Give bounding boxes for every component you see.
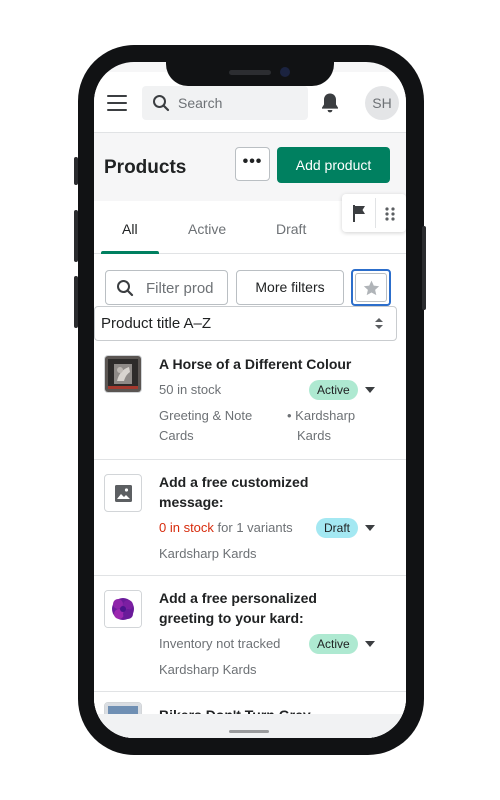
photo-thumbnail-icon — [105, 356, 141, 392]
more-dots-icon: ••• — [242, 153, 263, 170]
product-list: A Horse of a Different Colour 50 in stoc… — [94, 344, 406, 738]
product-vendor: • Kardsharp Kards — [287, 406, 355, 446]
product-title-line: greeting to your kard: — [159, 610, 304, 626]
out-of-stock-text: 0 in stock — [159, 520, 214, 535]
flag-icon[interactable] — [350, 203, 370, 223]
saved-search-button[interactable] — [351, 269, 391, 306]
page-header: Products ••• Add product — [94, 133, 406, 201]
side-button-power — [422, 226, 426, 310]
notch — [166, 45, 334, 86]
product-type: Greeting & Note Cards — [159, 406, 252, 446]
front-camera — [280, 67, 290, 77]
search-icon — [117, 280, 134, 297]
vendor-line: Kards — [297, 428, 331, 443]
search-icon — [153, 95, 170, 112]
avatar[interactable]: SH — [365, 86, 399, 120]
more-filters-button[interactable]: More filters — [236, 270, 344, 305]
bullet-separator: • — [287, 408, 296, 423]
tab-active[interactable]: Active — [188, 221, 226, 237]
divider — [375, 198, 376, 228]
select-caret-icon — [375, 318, 383, 329]
phone-screen: Search SH Products ••• Add product All A… — [94, 62, 406, 738]
status-badge[interactable]: Active — [309, 380, 358, 400]
product-vendor: Kardsharp Kards — [159, 546, 257, 561]
product-stock: 50 in stock — [159, 382, 222, 397]
status-caret-icon[interactable] — [365, 641, 375, 647]
page-title: Products — [104, 157, 187, 178]
tab-draft[interactable]: Draft — [276, 221, 306, 237]
product-stock: Inventory not tracked — [159, 636, 281, 651]
search-placeholder: Search — [178, 95, 223, 111]
product-title-line: message: — [159, 494, 224, 510]
speaker — [229, 70, 271, 75]
add-product-button[interactable]: Add product — [277, 147, 390, 183]
status-caret-icon[interactable] — [365, 387, 375, 393]
product-title-line: Add a free customized — [159, 474, 309, 490]
filters-bar: Filter prod More filters Product title A… — [94, 254, 406, 344]
saved-search-inner — [355, 273, 387, 302]
side-button-volume-down — [74, 276, 78, 328]
product-vendor: Kardsharp Kards — [159, 662, 257, 677]
star-icon — [363, 280, 380, 296]
drag-handle-icon[interactable] — [384, 207, 396, 221]
bell-icon[interactable] — [320, 92, 340, 114]
vendor-line: Kardsharp — [295, 408, 356, 423]
status-badge[interactable]: Draft — [316, 518, 359, 538]
variant-count-text: for 1 variants — [213, 520, 293, 535]
product-thumbnail — [104, 355, 142, 393]
product-thumbnail — [104, 590, 142, 628]
sort-select[interactable]: Product title A–Z — [94, 306, 397, 341]
bottom-safe-area — [94, 714, 406, 738]
status-tabs: All Active Draft — [94, 194, 406, 254]
product-title[interactable]: Add a free customized message: — [159, 472, 369, 512]
side-button-mute — [74, 157, 78, 185]
purple-flower-thumbnail-icon — [105, 591, 141, 627]
filter-products-input[interactable]: Filter prod — [105, 270, 228, 305]
more-actions-button[interactable]: ••• — [235, 147, 270, 181]
tab-all[interactable]: All — [122, 221, 138, 237]
sort-value: Product title A–Z — [101, 315, 212, 332]
side-button-volume-up — [74, 210, 78, 262]
status-badge[interactable]: Active — [309, 634, 358, 654]
search-bar[interactable]: Search — [142, 86, 308, 120]
product-type-line: Greeting & Note — [159, 408, 253, 423]
product-title[interactable]: A Horse of a Different Colour — [159, 354, 369, 374]
product-row[interactable]: Add a free customized message: 0 in stoc… — [94, 460, 406, 576]
product-row[interactable]: A Horse of a Different Colour 50 in stoc… — [94, 344, 406, 460]
product-title[interactable]: Add a free personalized greeting to your… — [159, 588, 369, 628]
tab-tools — [342, 194, 406, 232]
product-row[interactable]: Add a free personalized greeting to your… — [94, 576, 406, 692]
image-placeholder-icon — [115, 485, 132, 502]
status-caret-icon[interactable] — [365, 525, 375, 531]
product-title-line: Add a free personalized — [159, 590, 317, 606]
menu-icon[interactable] — [107, 95, 127, 111]
product-thumbnail — [104, 474, 142, 512]
home-indicator — [229, 730, 269, 733]
product-type-line: Cards — [159, 428, 194, 443]
filter-placeholder: Filter prod — [146, 280, 214, 297]
product-stock: 0 in stock for 1 variants — [159, 520, 293, 535]
